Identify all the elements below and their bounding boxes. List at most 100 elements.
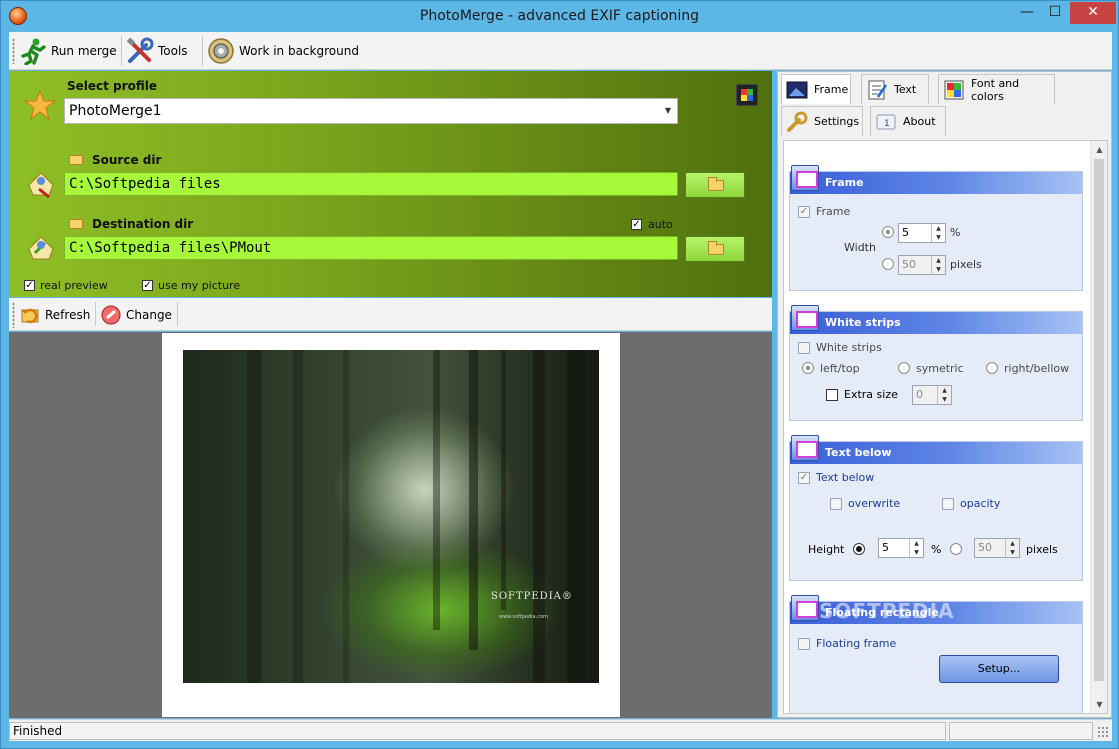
change-button[interactable]: Change <box>100 302 172 328</box>
tab-font-and-colors[interactable]: Font and colors <box>938 74 1055 104</box>
main-toolbar: Run merge Tools Work in background <box>9 32 1112 70</box>
tab-text-label: Text <box>894 83 917 96</box>
vertical-scrollbar[interactable]: ▲ ▼ <box>1090 141 1107 713</box>
floating-rectangle-group-icon <box>791 595 819 621</box>
folder-icon <box>69 219 83 229</box>
tree-trunk <box>567 350 585 683</box>
source-folder-icon <box>25 167 57 202</box>
running-man-icon <box>19 37 47 66</box>
tab-settings[interactable]: Settings <box>781 106 863 136</box>
tab-settings-label: Settings <box>814 115 860 128</box>
tree-trunk <box>501 350 506 610</box>
text-below-checkbox[interactable]: ✓ <box>798 472 810 484</box>
use-my-picture-label: use my picture <box>158 279 241 292</box>
right-bellow-radio[interactable] <box>986 362 998 374</box>
tree-trunk <box>533 350 545 683</box>
spin-down-icon[interactable]: ▼ <box>937 395 951 404</box>
toolbar-separator <box>95 302 96 326</box>
app-window: PhotoMerge - advanced EXIF captioning — … <box>0 0 1119 749</box>
frame-checkbox[interactable]: ✓ <box>798 206 810 218</box>
overwrite-checkbox[interactable] <box>830 498 842 510</box>
frame-percent-value: 5 <box>902 226 909 239</box>
spin-up-icon[interactable]: ▲ <box>909 539 923 548</box>
run-merge-button[interactable]: Run merge <box>19 35 117 67</box>
spin-up-icon[interactable]: ▲ <box>937 386 951 395</box>
change-label: Change <box>126 308 172 322</box>
extra-size-checkbox[interactable] <box>826 389 838 401</box>
tab-about[interactable]: 1 About <box>870 106 946 136</box>
height-percent-radio[interactable] <box>853 543 865 555</box>
real-preview-label: real preview <box>40 279 108 292</box>
scrollbar-thumb[interactable] <box>1094 159 1104 681</box>
browse-source-button[interactable] <box>685 172 745 198</box>
toolbar-separator <box>177 302 178 326</box>
height-pixels-unit: pixels <box>1026 543 1058 556</box>
tree-trunk <box>247 350 261 683</box>
tools-label: Tools <box>158 44 188 58</box>
preview-area: SOFTPEDIA® www.softpedia.com <box>9 332 772 718</box>
extra-size-label: Extra size <box>844 388 898 401</box>
tab-text[interactable]: Text <box>861 74 929 104</box>
profile-select[interactable]: PhotoMerge1 ▼ <box>64 98 678 124</box>
browse-destination-button[interactable] <box>685 236 745 262</box>
opacity-checkbox[interactable] <box>942 498 954 510</box>
tab-frame[interactable]: Frame <box>781 74 851 104</box>
auto-checkbox[interactable]: ✓ <box>631 219 642 230</box>
symetric-radio[interactable] <box>898 362 910 374</box>
setup-button[interactable]: Setup... <box>939 655 1059 683</box>
maximize-button[interactable]: ☐ <box>1041 2 1069 24</box>
spin-up-icon[interactable]: ▲ <box>931 256 945 265</box>
work-in-background-button[interactable]: Work in background <box>207 35 359 67</box>
gear-disc-icon <box>207 37 235 65</box>
folder-open-icon <box>708 177 724 191</box>
svg-text:1: 1 <box>884 119 890 129</box>
extra-size-spinner[interactable]: 0 ▲ ▼ <box>912 385 952 405</box>
height-pixels-spinner[interactable]: 50 ▲ ▼ <box>974 538 1020 558</box>
frame-pixels-value: 50 <box>902 258 916 271</box>
height-label: Height <box>808 543 845 556</box>
chevron-down-icon[interactable]: ▼ <box>659 99 677 123</box>
floating-frame-checkbox[interactable] <box>798 638 810 650</box>
refresh-button[interactable]: Refresh <box>19 302 90 328</box>
real-preview-checkbox[interactable]: ✓ <box>24 280 35 291</box>
toolbar-grip[interactable] <box>12 302 15 328</box>
info-icon: 1 <box>875 111 897 133</box>
destination-dir-input[interactable]: C:\Softpedia files\PMout <box>64 236 678 260</box>
white-strips-checkbox[interactable] <box>798 342 810 354</box>
toolbar-grip[interactable] <box>12 38 15 64</box>
spin-down-icon[interactable]: ▼ <box>1005 548 1019 557</box>
spin-up-icon[interactable]: ▲ <box>1005 539 1019 548</box>
source-dir-input[interactable]: C:\Softpedia files <box>64 172 678 196</box>
frame-percent-radio[interactable] <box>882 226 894 238</box>
resize-grip-icon[interactable] <box>1097 726 1109 738</box>
text-below-checkbox-label: Text below <box>816 471 875 484</box>
folder-icon <box>69 155 83 165</box>
minimize-button[interactable]: — <box>1013 2 1041 24</box>
use-my-picture-checkbox[interactable]: ✓ <box>142 280 153 291</box>
spin-down-icon[interactable]: ▼ <box>931 265 945 274</box>
wrench-icon <box>786 111 808 133</box>
frame-percent-spinner[interactable]: 5 ▲ ▼ <box>898 223 946 243</box>
height-percent-spinner[interactable]: 5 ▲ ▼ <box>878 538 924 558</box>
frame-pixels-radio[interactable] <box>882 258 894 270</box>
close-button[interactable]: ✕ <box>1070 2 1116 24</box>
scroll-up-icon[interactable]: ▲ <box>1091 141 1107 158</box>
status-panel <box>949 722 1093 740</box>
floating-frame-label: Floating frame <box>816 637 897 650</box>
tools-button[interactable]: Tools <box>126 35 188 67</box>
spin-up-icon[interactable]: ▲ <box>931 224 945 233</box>
settings-panel: Select profile PhotoMerge1 ▼ Source dir … <box>9 71 772 297</box>
spin-down-icon[interactable]: ▼ <box>931 233 945 242</box>
left-top-radio[interactable] <box>802 362 814 374</box>
tree-trunk <box>433 350 440 630</box>
tree-trunk <box>343 350 349 683</box>
refresh-label: Refresh <box>45 308 91 322</box>
white-strips-checkbox-label: White strips <box>816 341 882 354</box>
color-picker-button[interactable] <box>736 84 758 106</box>
spin-down-icon[interactable]: ▼ <box>909 548 923 557</box>
frame-pixels-spinner[interactable]: 50 ▲ ▼ <box>898 255 946 275</box>
change-icon <box>100 304 122 326</box>
height-pixels-radio[interactable] <box>950 543 962 555</box>
scroll-down-icon[interactable]: ▼ <box>1091 696 1107 713</box>
symetric-label: symetric <box>916 362 964 375</box>
